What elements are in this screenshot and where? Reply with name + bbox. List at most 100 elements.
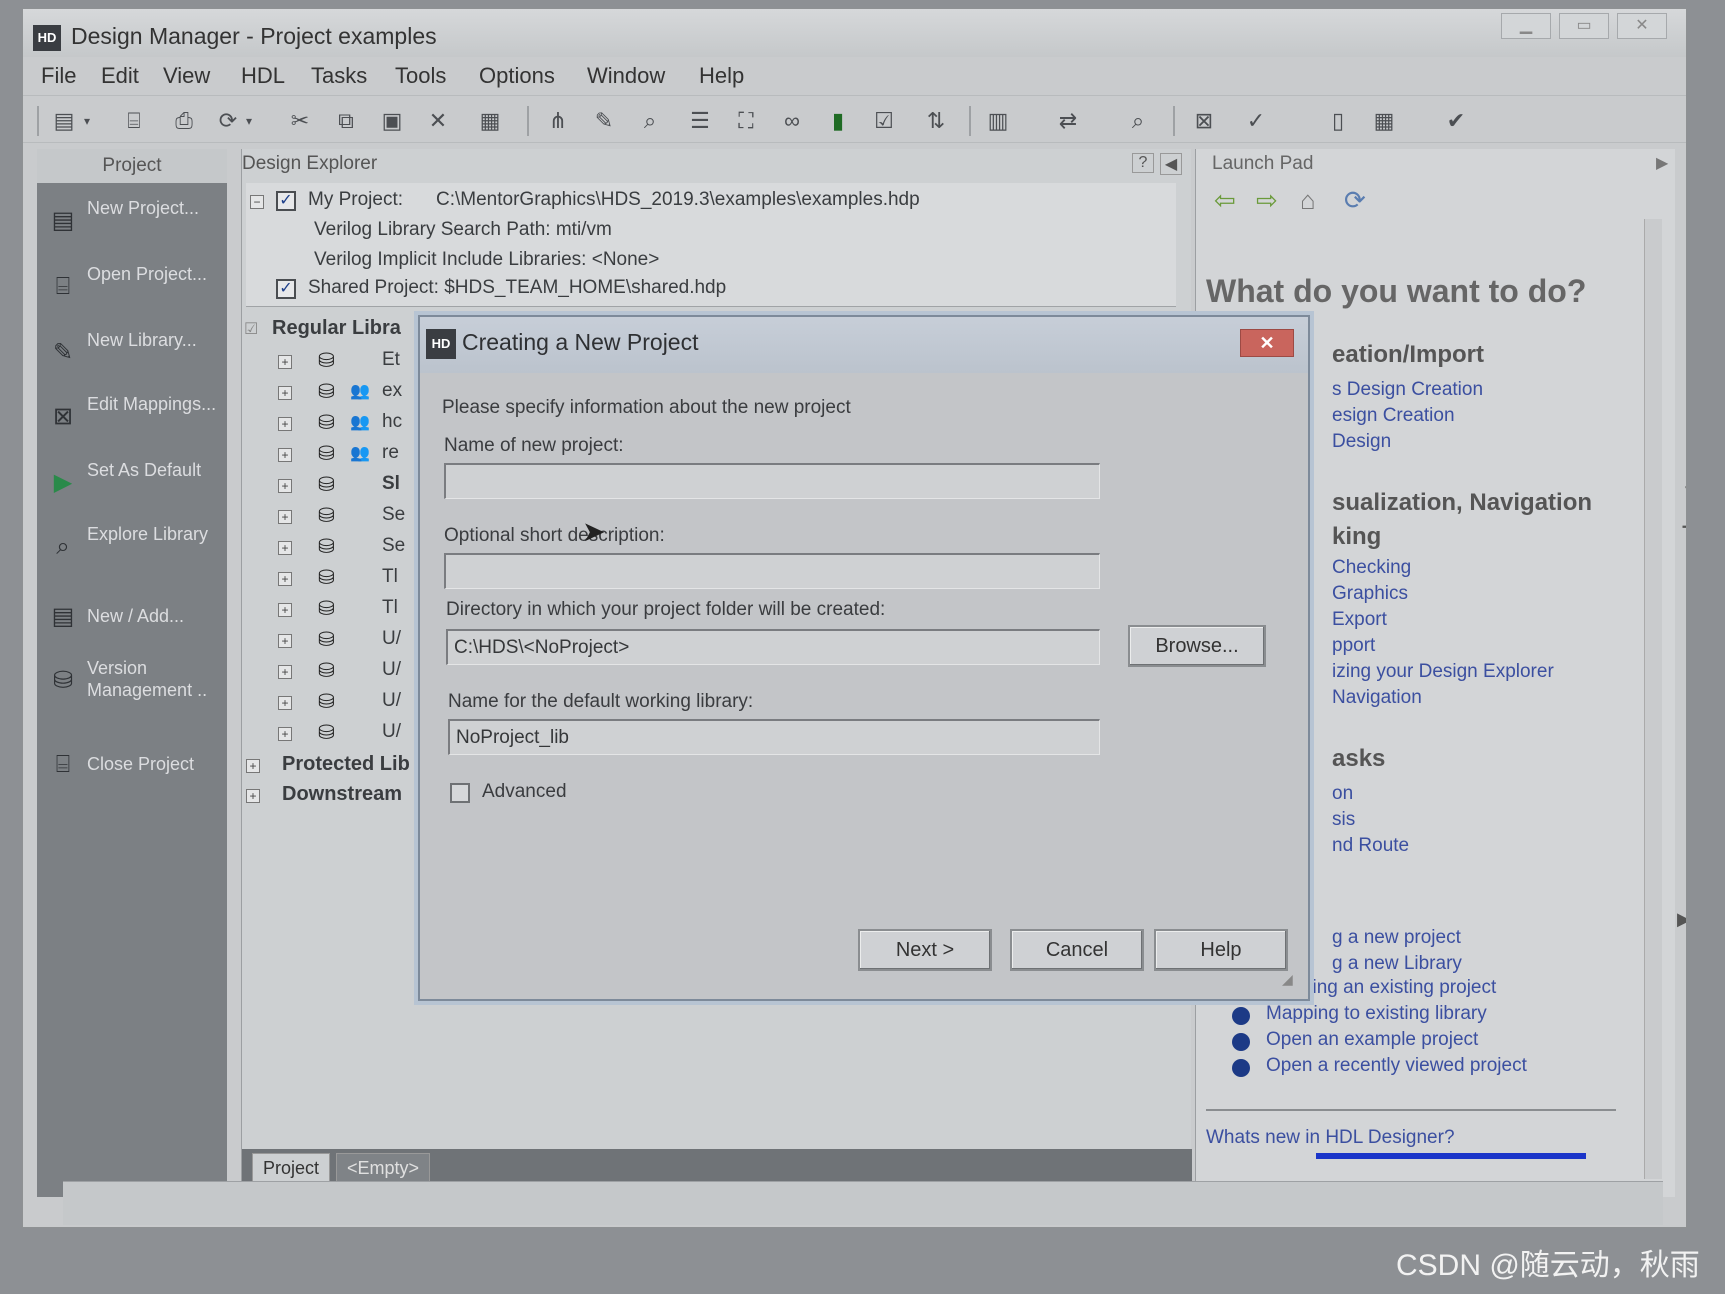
dialog-close-button[interactable]: ✕ (1240, 329, 1294, 357)
link-recent-project[interactable]: Open a recently viewed project (1266, 1055, 1527, 1077)
library-row[interactable]: + ⛁ U/ (242, 628, 412, 656)
menu-file[interactable]: File (41, 63, 76, 89)
menu-options[interactable]: Options (479, 63, 555, 89)
open-project-button[interactable]: ⌸ Open Project... (43, 259, 225, 321)
bullet-item[interactable]: Open a recently viewed project (1232, 1055, 1652, 1081)
new-add-button[interactable]: ▤ New / Add... (43, 589, 225, 651)
cut-icon[interactable]: ✂ (285, 106, 315, 136)
link-place-and-route[interactable]: nd Route (1332, 835, 1409, 857)
expand-icon[interactable]: + (278, 696, 292, 710)
description-input[interactable] (444, 553, 1100, 589)
home-icon[interactable]: ⌂ (1300, 185, 1316, 216)
refresh-icon[interactable]: ⟳ (213, 106, 243, 136)
grid-icon[interactable]: ▦ (1369, 106, 1399, 136)
link-graphics[interactable]: Graphics (1332, 583, 1408, 605)
checkmark-icon[interactable]: ✔ (1441, 106, 1471, 136)
link-import[interactable]: pport (1332, 635, 1375, 657)
chip-icon[interactable]: ▮ (823, 106, 853, 136)
tab-sub-browser[interactable]: Sub Browser (1677, 297, 1686, 402)
stamp-icon[interactable]: ⛶ (731, 106, 761, 136)
find-icon[interactable]: ⌕ (1123, 106, 1153, 136)
menu-tools[interactable]: Tools (395, 63, 446, 89)
copy-icon[interactable]: ⧉ (331, 106, 361, 136)
expand-icon[interactable]: + (278, 572, 292, 586)
edit-mappings-button[interactable]: ⊠ Edit Mappings... (43, 389, 225, 451)
expand-icon[interactable]: + (278, 603, 292, 617)
explore-icon[interactable]: ⌕ (635, 106, 665, 136)
browse-button[interactable]: Browse... (1128, 625, 1266, 667)
binoculars-icon[interactable]: ∞ (777, 106, 807, 136)
link-open-example-project[interactable]: Open an example project (1266, 1029, 1478, 1051)
expand-icon[interactable]: + (278, 727, 292, 741)
library-row[interactable]: + ⛁ 👥 ex (242, 380, 412, 408)
my-project-row[interactable]: − ✓ My Project: C:\MentorGraphics\HDS_20… (246, 189, 1176, 217)
new-file-icon[interactable]: ▤ (49, 106, 79, 136)
tasks-icon[interactable]: ✓ (1241, 106, 1271, 136)
menu-hdl[interactable]: HDL (241, 63, 285, 89)
menu-edit[interactable]: Edit (101, 63, 139, 89)
properties-icon[interactable]: ▦ (475, 106, 505, 136)
paste-icon[interactable]: ▣ (377, 106, 407, 136)
new-project-button[interactable]: ▤ New Project... (43, 193, 225, 255)
edit-icon[interactable]: ✎ (589, 106, 619, 136)
collapse-icon[interactable]: − (250, 195, 264, 209)
expand-icon[interactable]: + (278, 510, 292, 524)
mapping-icon[interactable]: ⇄ (1053, 106, 1083, 136)
dropdown-arrow-icon[interactable]: ▾ (241, 106, 257, 136)
expand-icon[interactable]: + (278, 479, 292, 493)
back-arrow-icon[interactable]: ⇦ (1214, 185, 1236, 216)
link-checking[interactable]: Checking (1332, 557, 1411, 579)
expand-icon[interactable]: + (278, 634, 292, 648)
diff-icon[interactable]: ⊠ (1189, 106, 1219, 136)
expand-arrow-icon[interactable]: ▶ (1677, 909, 1686, 930)
tab-project[interactable]: Project (252, 1153, 331, 1183)
link-synthesis[interactable]: sis (1332, 809, 1355, 831)
menu-view[interactable]: View (163, 63, 210, 89)
directory-input[interactable]: C:\HDS\<NoProject> (446, 629, 1100, 665)
expand-icon[interactable]: + (278, 448, 292, 462)
library-row[interactable]: + ⛁ Se (242, 535, 412, 563)
link-creating-new-library[interactable]: g a new Library (1332, 953, 1462, 975)
library-row[interactable]: + ⛁ Tl (242, 566, 412, 594)
launch-pad-scrollbar[interactable] (1644, 219, 1662, 1179)
library-row[interactable]: + ⛁ U/ (242, 690, 412, 718)
link-creating-new-project[interactable]: g a new project (1332, 927, 1461, 949)
expand-icon[interactable]: + (278, 665, 292, 679)
link-simulation[interactable]: on (1332, 783, 1353, 805)
library-row[interactable]: + ⛁ Sl (242, 473, 412, 501)
link-navigation[interactable]: Navigation (1332, 687, 1422, 709)
library-row[interactable]: + ⛁ Tl (242, 597, 412, 625)
new-library-button[interactable]: ✎ New Library... (43, 325, 225, 387)
minimize-icon[interactable]: ▁ (1501, 13, 1551, 39)
open-folder-icon[interactable]: ⌸ (119, 106, 149, 136)
expand-icon[interactable]: + (278, 355, 292, 369)
bullet-item[interactable]: Open an example project (1232, 1029, 1652, 1055)
print-icon[interactable]: ⎙ (169, 106, 199, 136)
menu-help[interactable]: Help (699, 63, 744, 89)
collapse-panel-icon[interactable]: ▶ (1656, 153, 1668, 173)
expand-icon[interactable]: + (246, 759, 260, 773)
maximize-icon[interactable]: ▭ (1559, 13, 1609, 39)
columns-icon[interactable]: ▯ (1323, 106, 1353, 136)
expand-icon[interactable]: + (278, 417, 292, 431)
update-icon[interactable]: ⇅ (921, 106, 951, 136)
my-project-checkbox[interactable]: ✓ (276, 191, 296, 211)
project-name-input[interactable] (444, 463, 1100, 499)
close-project-button[interactable]: ⌸ Close Project (43, 737, 225, 799)
library-row[interactable]: + ⛁ Se (242, 504, 412, 532)
tab-launch-pad[interactable]: Launch Pad (1677, 169, 1686, 265)
expand-icon[interactable]: + (278, 386, 292, 400)
library-icon[interactable]: ▥ (983, 106, 1013, 136)
help-icon[interactable]: ? (1132, 153, 1154, 173)
library-row[interactable]: + ⛁ U/ (242, 721, 412, 749)
link-design-creation-1[interactable]: s Design Creation (1332, 379, 1483, 401)
cancel-button[interactable]: Cancel (1010, 929, 1144, 971)
hierarchy-icon[interactable]: ⋔ (543, 106, 573, 136)
set-as-default-button[interactable]: ▶ Set As Default (43, 455, 225, 517)
collapse-panel-icon[interactable]: ◀ (1160, 153, 1182, 175)
checklist-icon[interactable]: ☑ (869, 106, 899, 136)
version-management-button[interactable]: ⛁ Version Management .. (43, 653, 225, 727)
link-design-creation-2[interactable]: esign Creation (1332, 405, 1455, 427)
help-button[interactable]: Help (1154, 929, 1288, 971)
menu-tasks[interactable]: Tasks (311, 63, 367, 89)
